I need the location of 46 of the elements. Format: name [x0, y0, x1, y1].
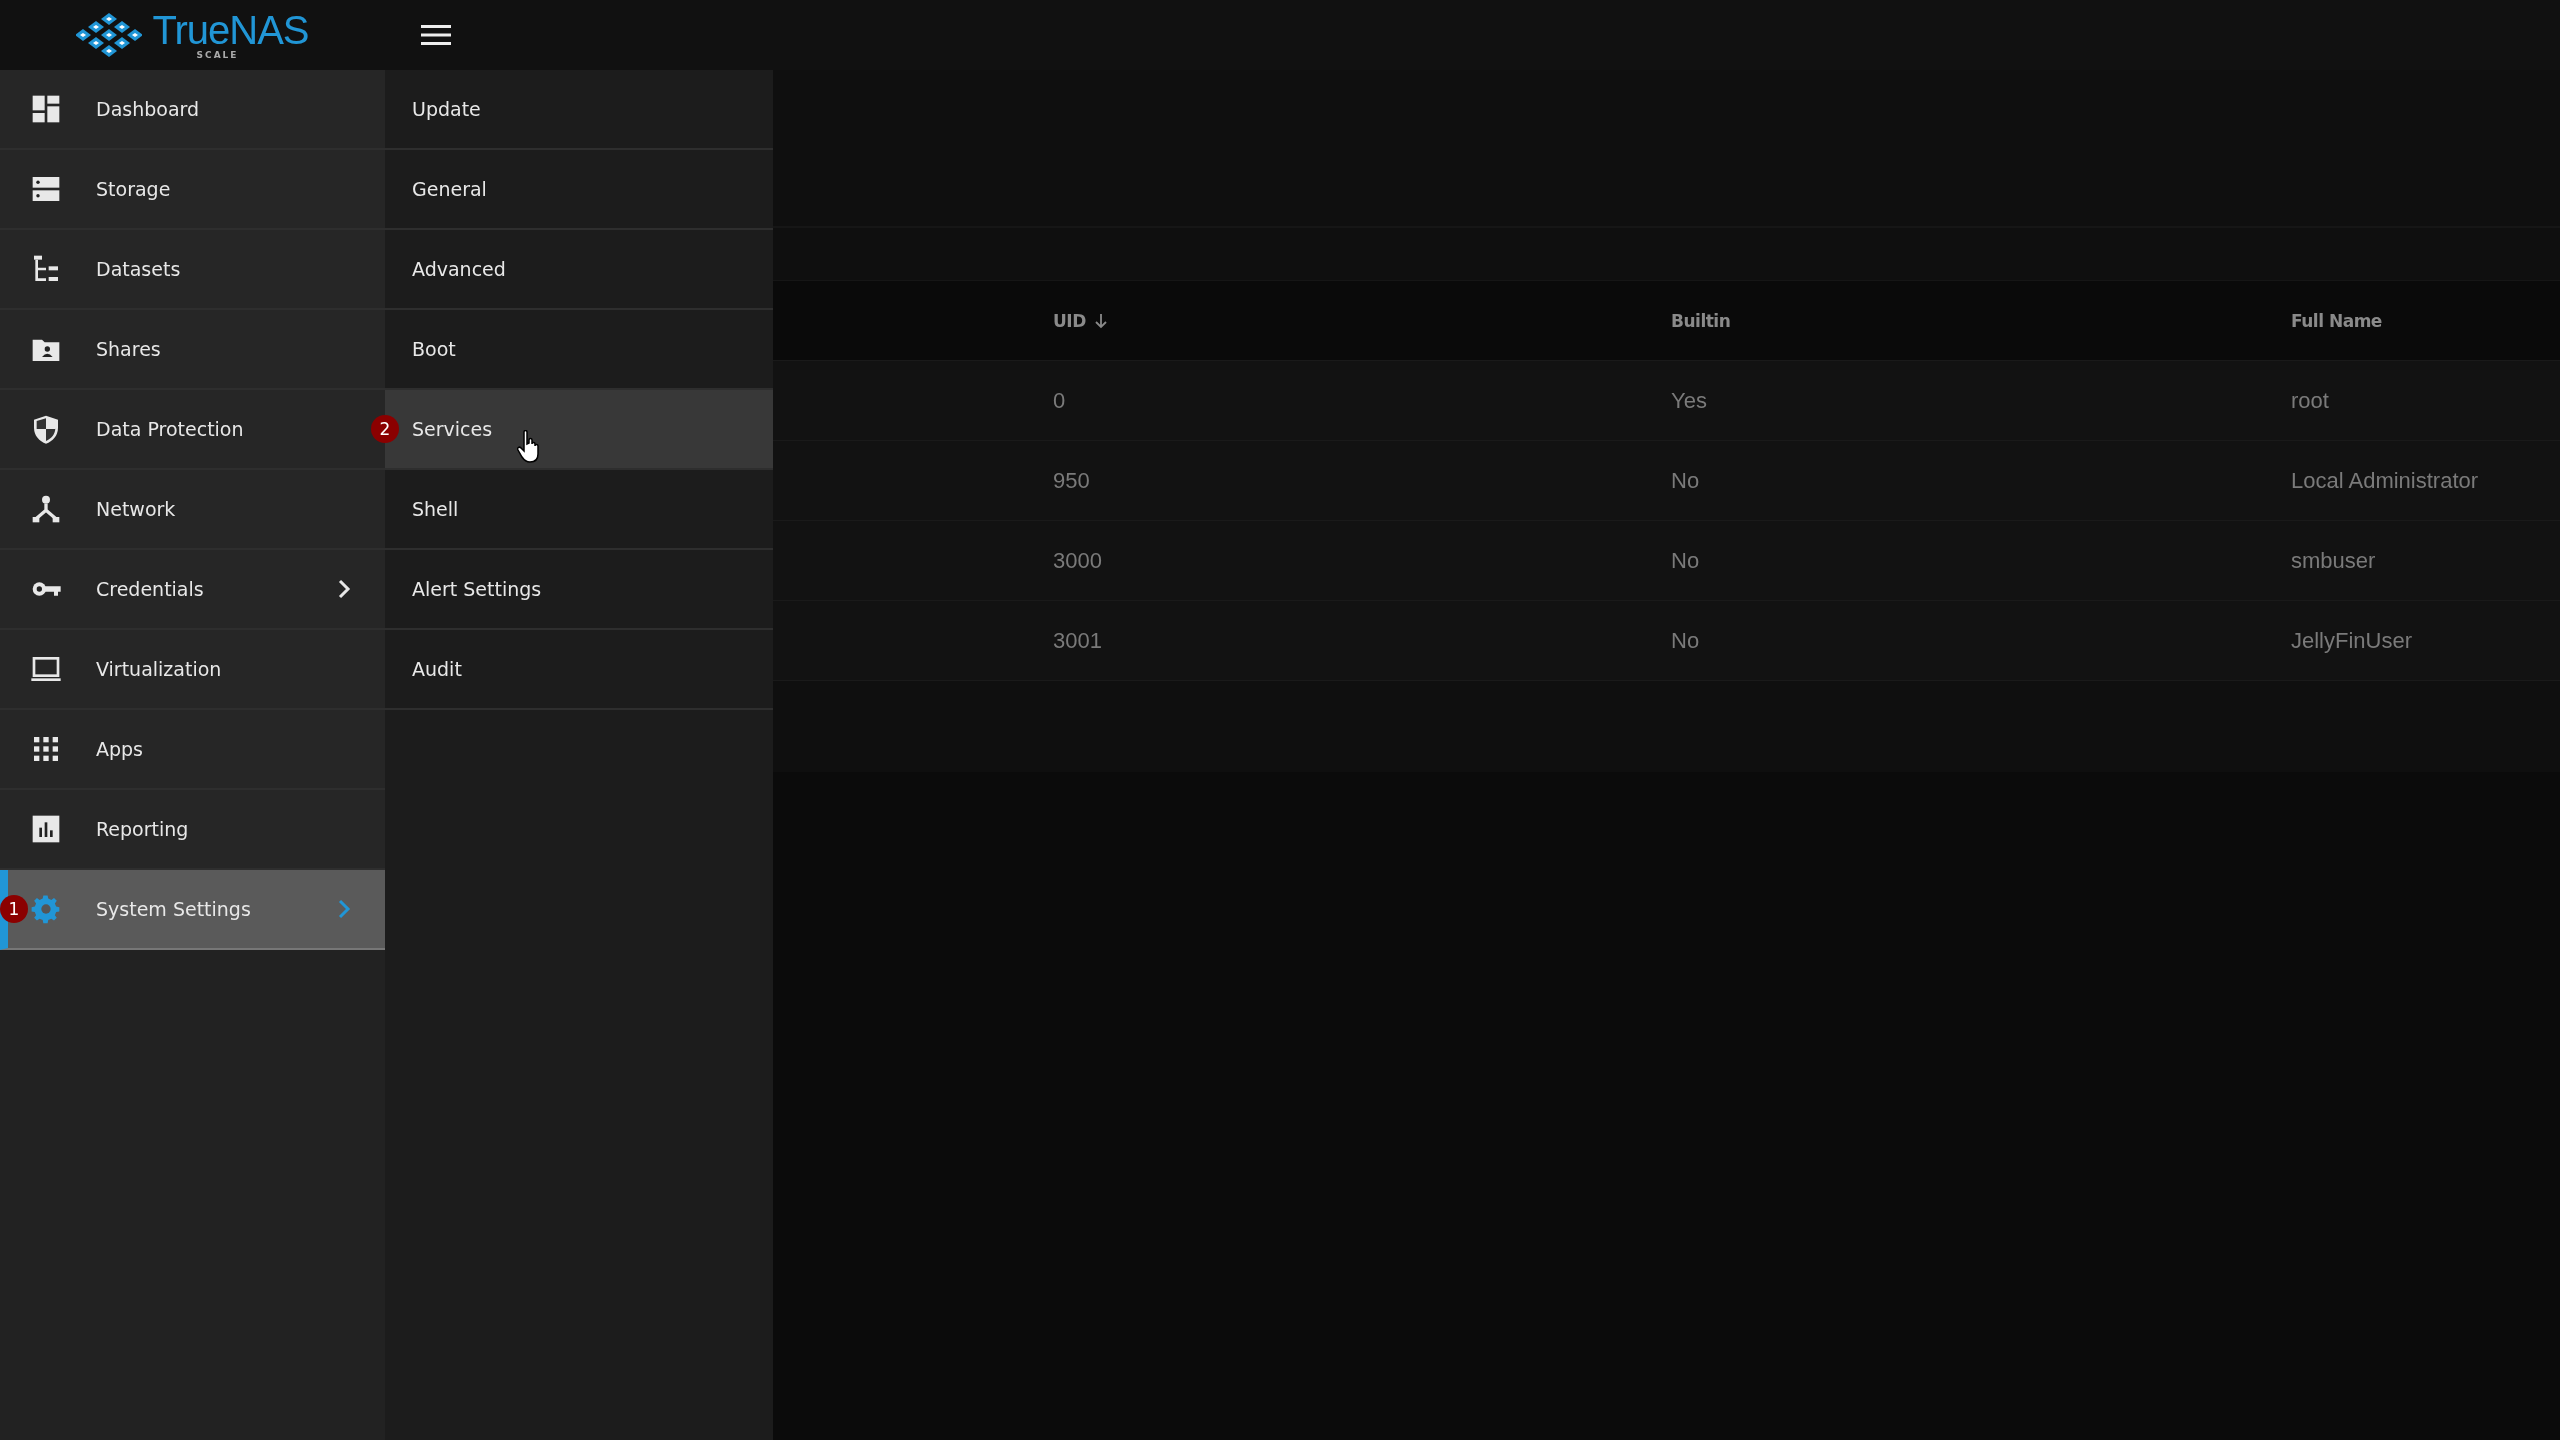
sidebar-item[interactable]: Reporting: [0, 790, 385, 870]
logo-text: TrueNAS: [152, 10, 309, 50]
table-cell-text: Yes: [1671, 387, 1708, 414]
table-cell-text: 3000: [1053, 547, 1103, 574]
sidebar-label: Credentials: [96, 578, 204, 600]
sidebar-label: Apps: [96, 738, 144, 760]
table-cell-text: No: [1671, 467, 1701, 494]
sidebar-label: System Settings: [96, 898, 251, 920]
column-header[interactable]: UID: [1053, 310, 1671, 331]
sidebar-item[interactable]: Storage: [0, 150, 385, 230]
dashboard-icon: [30, 93, 62, 125]
reporting-icon: [30, 813, 62, 845]
sidebar-item[interactable]: Shares: [0, 310, 385, 390]
table-cell-text: JellyFinUser: [2291, 627, 2414, 654]
sidebar-item[interactable]: Virtualization: [0, 630, 385, 710]
sidebar-label: Virtualization: [96, 658, 222, 680]
sidebar-label: Shares: [96, 338, 161, 360]
menu-icon: [421, 24, 451, 46]
table-cell-text: 3001: [1053, 627, 1103, 654]
sidebar-label: Data Protection: [96, 418, 244, 440]
sidebar-label: Dashboard: [96, 98, 200, 120]
sidebar-label: Reporting: [96, 818, 189, 840]
sidebar-label: Storage: [96, 178, 171, 200]
table-cell-text: 0: [1053, 387, 1067, 414]
sidebar-label: Network: [96, 498, 176, 520]
sidebar-item[interactable]: 1 System Settings: [0, 870, 385, 950]
logo-subtext: SCALE: [196, 50, 239, 60]
settings-icon: [30, 893, 62, 925]
network-icon: [30, 493, 62, 525]
step-badge: 1: [0, 895, 28, 923]
sidebar-label: Datasets: [96, 258, 181, 280]
sidebar-item[interactable]: Datasets: [0, 230, 385, 310]
table-cell-text: Local Administrator: [2291, 467, 2480, 494]
column-header[interactable]: Full Name: [2291, 310, 2560, 331]
sidebar-item[interactable]: Dashboard: [0, 70, 385, 150]
column-header[interactable]: Builtin: [1671, 310, 2291, 331]
table-cell-text: No: [1671, 627, 1701, 654]
logo-icon: [76, 13, 143, 57]
sidebar-item[interactable]: Network: [0, 470, 385, 550]
sidebar-item[interactable]: Apps: [0, 710, 385, 790]
sidebar-item[interactable]: Credentials: [0, 550, 385, 630]
hand-cursor-icon: [517, 430, 541, 464]
table-cell-text: smbuser: [2291, 547, 2377, 574]
table-cell-text: 950: [1053, 467, 1091, 494]
table-cell-text: No: [1671, 547, 1701, 574]
table-cell-text: root: [2291, 387, 2330, 414]
